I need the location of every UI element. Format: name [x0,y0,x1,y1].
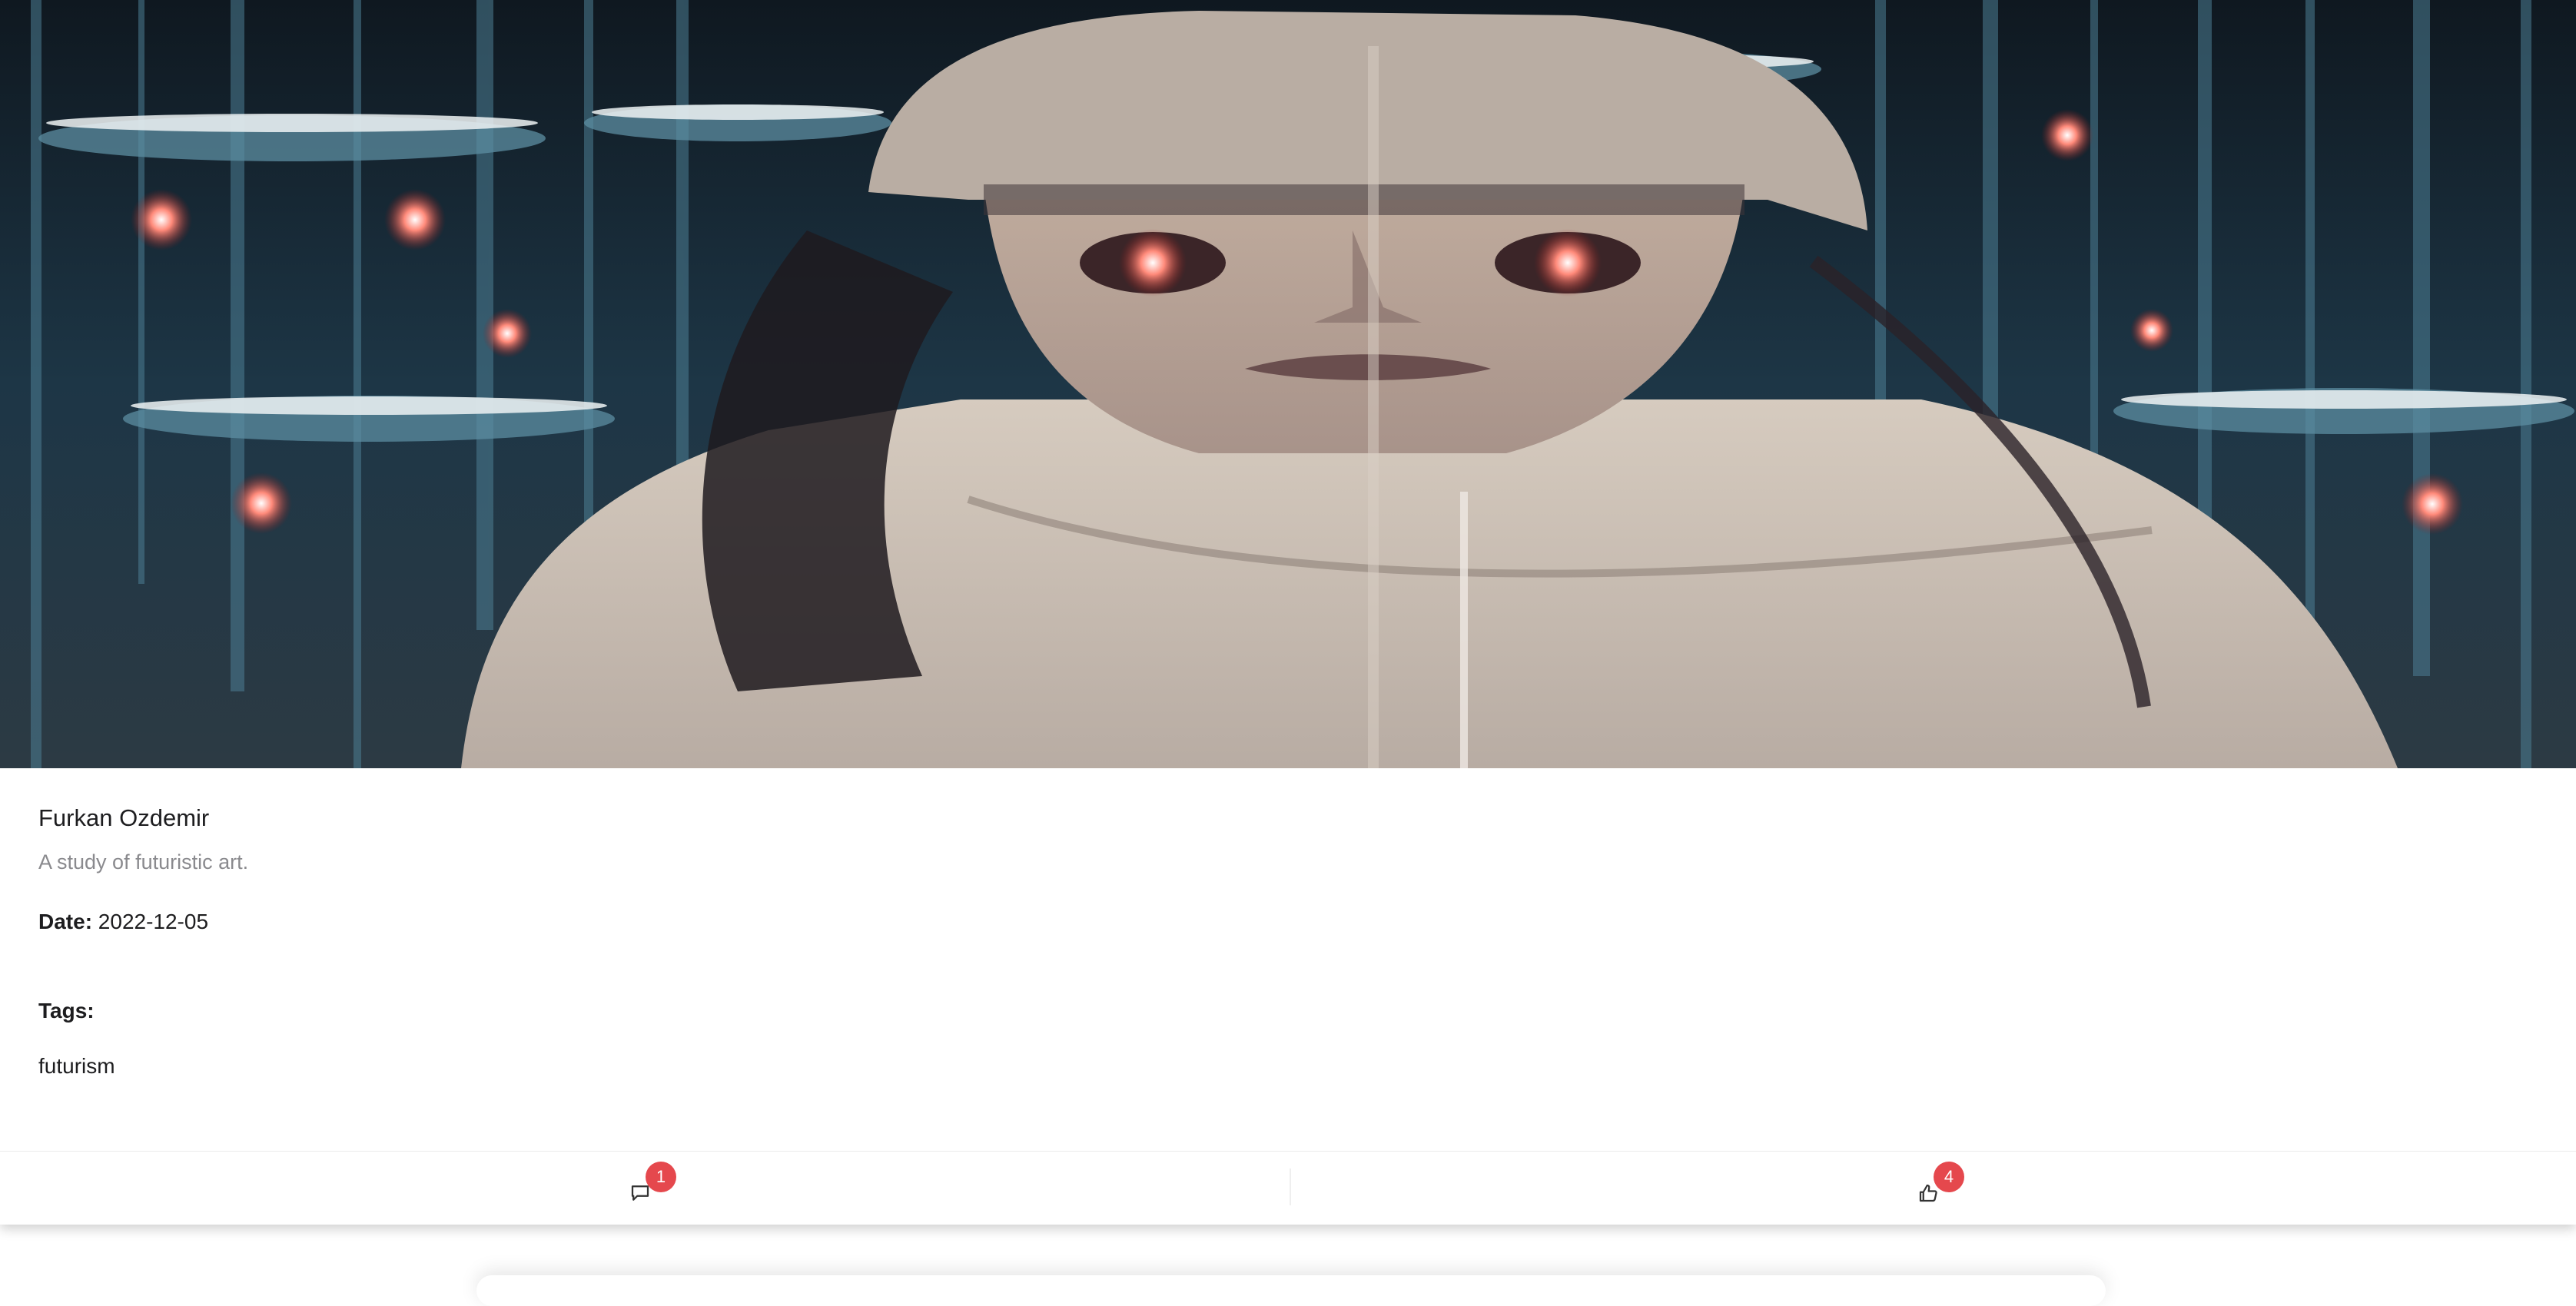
comments-count-badge: 1 [646,1162,676,1192]
tag-futurism[interactable]: futurism [38,1051,115,1082]
futuristic-portrait-illustration [0,0,2576,768]
post-card: Furkan Ozdemir A study of futuristic art… [0,0,2576,1225]
next-card-edge [476,1275,2106,1306]
date-label: Date: [38,910,93,933]
comments-button[interactable]: 1 [0,1152,1288,1225]
tags-label: Tags: [38,999,95,1023]
post-info: Furkan Ozdemir A study of futuristic art… [38,799,2538,1082]
post-date: Date: 2022-12-05 [38,907,2538,937]
post-actions: 1 4 [0,1151,2576,1225]
author-name[interactable]: Furkan Ozdemir [38,799,2538,837]
likes-count-badge: 4 [1934,1162,1964,1192]
post-image[interactable] [0,0,2576,768]
date-value: 2022-12-05 [98,910,209,933]
likes-button[interactable]: 4 [1288,1152,2576,1225]
post-description: A study of futuristic art. [38,850,249,873]
